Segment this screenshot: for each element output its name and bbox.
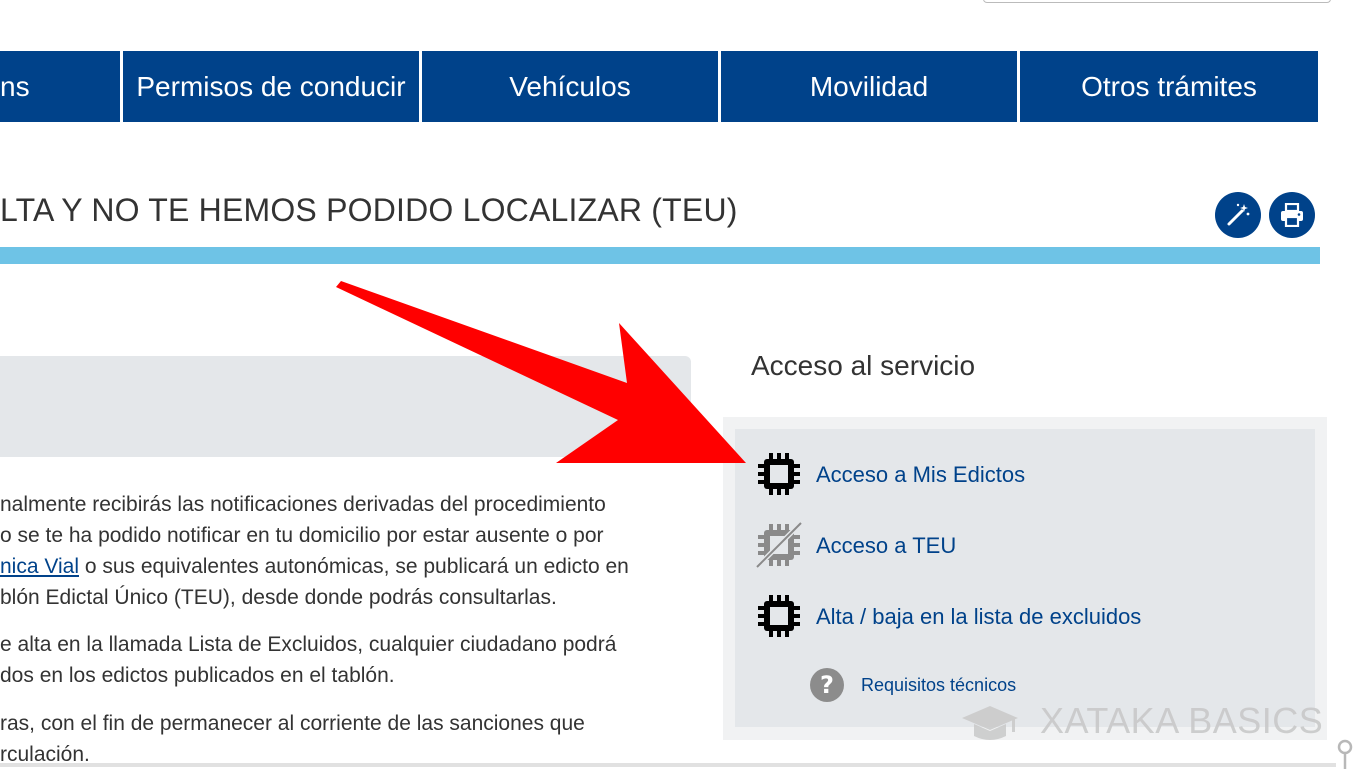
- paragraph-line: dos en los edictos publicados en el tabl…: [0, 664, 395, 687]
- title-underline: [0, 247, 1320, 264]
- magic-wand-icon: [1227, 203, 1250, 226]
- teu-link[interactable]: Acceso a TEU: [816, 533, 956, 559]
- watermark-text: XATAKA BASICS: [1040, 700, 1324, 741]
- summary-panel: [0, 356, 691, 457]
- excluidos-link[interactable]: Alta / baja en la lista de excluidos: [816, 604, 1141, 630]
- certificate-chip-icon: [758, 453, 800, 495]
- paragraph-line: nalmente recibirás las notificaciones de…: [0, 493, 606, 516]
- service-heading: Acceso al servicio: [751, 350, 976, 381]
- certificate-chip-disabled-icon: [755, 521, 803, 569]
- bottom-divider: [0, 763, 1336, 767]
- nav-item-label: Movilidad: [809, 70, 929, 102]
- seguridad-vial-link[interactable]: nica Vial: [0, 555, 79, 578]
- print-button[interactable]: [1269, 192, 1315, 238]
- paragraph-line: rculación.: [0, 743, 90, 766]
- nav-item-tramites[interactable]: ns: [0, 51, 120, 122]
- nav-item-movilidad[interactable]: Movilidad: [721, 51, 1017, 122]
- mis-edictos-link[interactable]: Acceso a Mis Edictos: [816, 462, 1025, 488]
- nav-item-label: Permisos de conducir: [136, 70, 406, 102]
- nav-item-label: Otros trámites: [1081, 70, 1257, 102]
- paragraph-line: ras, con el fin de permanecer al corrien…: [0, 712, 585, 735]
- main-nav: ns Permisos de conducir Vehículos Movili…: [0, 51, 1320, 122]
- accessibility-button[interactable]: [1215, 192, 1261, 238]
- page-title: LTA Y NO TE HEMOS PODIDO LOCALIZAR (TEU): [0, 192, 738, 228]
- nav-item-vehiculos[interactable]: Vehículos: [422, 51, 718, 122]
- nav-item-permisos[interactable]: Permisos de conducir: [123, 51, 419, 122]
- print-icon: [1281, 203, 1303, 227]
- certificate-chip-icon: [758, 595, 800, 637]
- paragraph-text: o sus equivalentes autonómicas, se publi…: [79, 555, 629, 578]
- paragraph-line: o se te ha podido notificar en tu domici…: [0, 524, 604, 547]
- requisitos-tecnicos-link[interactable]: Requisitos técnicos: [861, 675, 1016, 696]
- paragraph-line: nica Vial o sus equivalentes autonómicas…: [0, 556, 629, 577]
- help-icon: ?: [810, 668, 844, 702]
- svg-text:?: ?: [820, 671, 834, 699]
- pin-icon: [1337, 739, 1353, 769]
- nav-item-otros[interactable]: Otros trámites: [1020, 51, 1318, 122]
- paragraph-line: e alta en la llamada Lista de Excluidos,…: [0, 633, 617, 656]
- search-box[interactable]: [983, 0, 1331, 3]
- nav-item-label: Vehículos: [509, 70, 631, 102]
- nav-item-label: ns: [0, 70, 30, 102]
- paragraph-line: blón Edictal Único (TEU), desde donde po…: [0, 586, 557, 609]
